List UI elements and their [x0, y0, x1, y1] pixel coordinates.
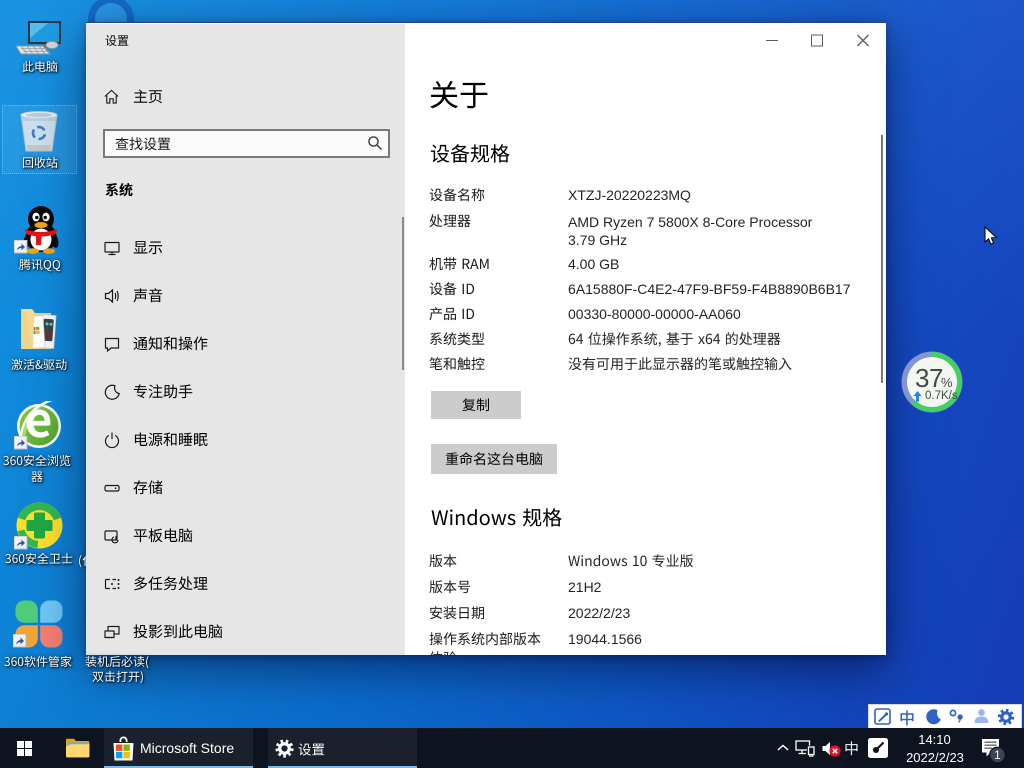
svg-text:1: 1 [994, 750, 1000, 762]
